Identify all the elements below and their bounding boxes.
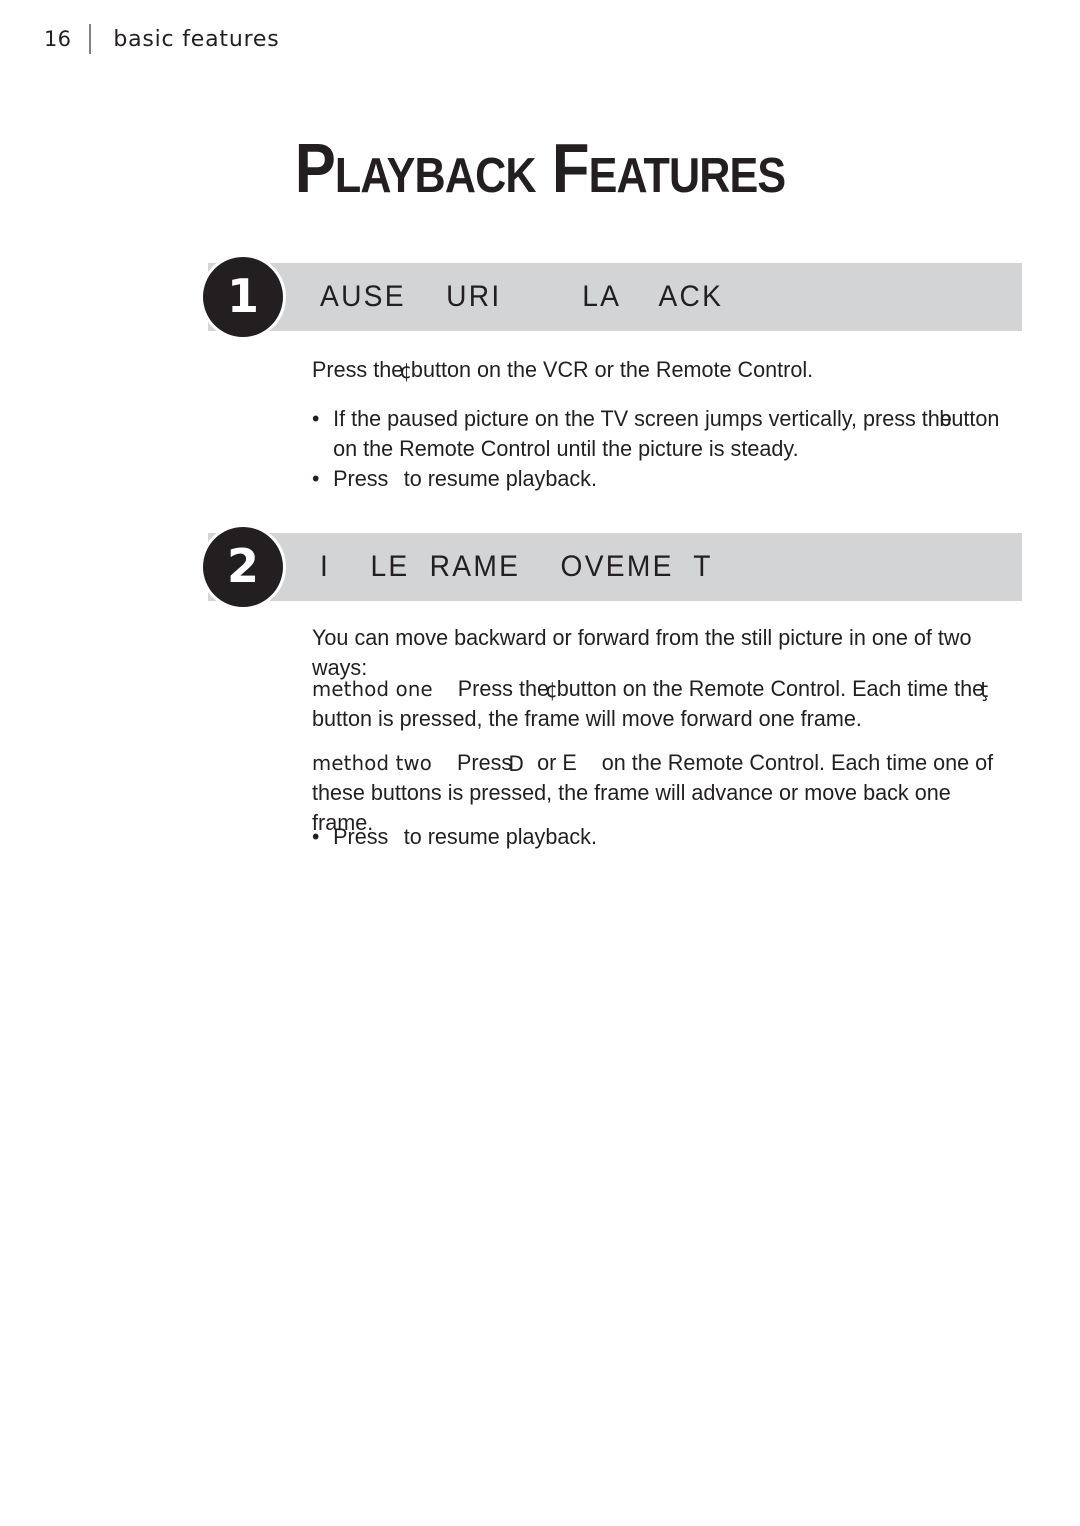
header-section-label: basic features <box>113 26 280 52</box>
section-1-bullet-list: • If the paused picture on the TV screen… <box>312 404 1009 494</box>
method-label: method two <box>312 751 433 775</box>
list-item: • If the paused picture on the TV screen… <box>312 404 1009 464</box>
section-1-intro: Press the¢button on the VCR or the Remot… <box>312 357 814 383</box>
section-heading-1: AUSE URI LA ACK <box>320 280 724 313</box>
bullet-text-before: If the paused picture on the TV screen j… <box>333 406 952 431</box>
bullet-dot-icon: • <box>312 466 320 491</box>
list-item-text: If the paused picture on the TV screen j… <box>333 404 1009 464</box>
list-item-text: Press to resume playback. <box>333 822 1009 852</box>
bullet-dot-icon: • <box>312 406 320 431</box>
method-text-before: Press the <box>457 676 550 701</box>
section-header-bar-1: 1 AUSE URI LA ACK <box>203 257 1022 337</box>
bullet-text-after: to resume playback. <box>403 466 597 491</box>
bullet-text-before: Press <box>333 824 389 849</box>
section-number-badge-2: 2 <box>203 527 283 607</box>
section-2-bullet-list: • Press to resume playback. <box>312 822 1009 852</box>
section-number-2: 2 <box>226 539 259 593</box>
section-2-method-one: method one Press the¢button on the Remote… <box>312 676 989 731</box>
page-running-header: 16 basic features <box>44 22 280 56</box>
section-header-bar-2: 2 I LE RAME OVEME T <box>203 527 1022 607</box>
bullet-text-before: Press <box>333 466 389 491</box>
list-item-text: Press to resume playback. <box>333 464 1009 494</box>
intro-text-before: Press the <box>312 357 404 382</box>
page-number: 16 <box>44 27 72 51</box>
bullet-dot-icon: • <box>312 824 320 849</box>
section-heading-2: I LE RAME OVEME T <box>320 550 713 583</box>
section-number-badge-1: 1 <box>203 257 283 337</box>
bullet-text-after: to resume playback. <box>403 824 597 849</box>
method-text-middle: or E <box>537 750 577 775</box>
intro-text-after: button on the VCR or the Remote Control. <box>410 357 814 382</box>
page-title: Playback Features <box>294 128 786 207</box>
method-label: method one <box>312 677 433 701</box>
method-text-after: button is pressed, the frame will move f… <box>312 706 862 731</box>
header-divider <box>89 24 92 54</box>
method-text-middle: button on the Remote Control. Each time … <box>556 676 985 701</box>
section-number-1: 1 <box>226 269 259 323</box>
list-item: • Press to resume playback. <box>312 464 1009 494</box>
method-text-before: Press <box>456 750 513 775</box>
list-item: • Press to resume playback. <box>312 822 1009 852</box>
